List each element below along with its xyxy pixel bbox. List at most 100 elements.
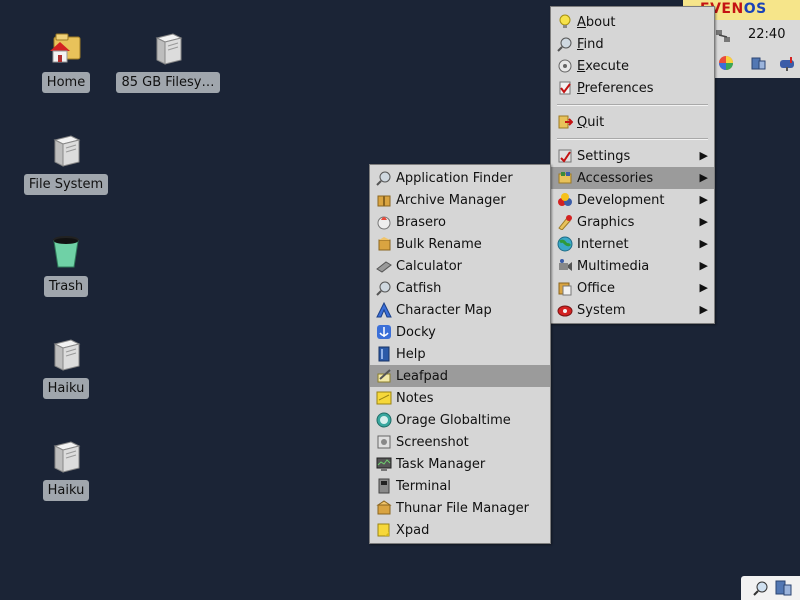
desktop-icon-label: 85 GB Filesy… [116, 72, 220, 93]
menu-item-docky[interactable]: Docky [370, 321, 550, 343]
menu-item-label: Leafpad [396, 368, 449, 384]
desktop-icon-label: Home [41, 72, 91, 93]
menu-item-label: Help [396, 346, 426, 362]
trash-icon [46, 232, 86, 272]
menu-item-leafpad[interactable]: Leafpad [370, 365, 550, 387]
desktop[interactable]: Home 85 GB Filesy… File System Trash Hai… [0, 0, 800, 600]
menu-item-graphics[interactable]: Graphics ▶ [551, 211, 714, 233]
menu-item-label: Task Manager [396, 456, 486, 472]
main-menu: About Find Execute Preferences Quit Sett… [550, 6, 715, 324]
menu-item-find[interactable]: Find [551, 33, 714, 55]
menu-item-preferences[interactable]: Preferences [551, 77, 714, 99]
graphics-icon [558, 215, 572, 230]
menu-item-help[interactable]: Help [370, 343, 550, 365]
office-icon [558, 282, 572, 296]
menu-item-accessories[interactable]: Accessories ▶ [551, 167, 714, 189]
menu-item-label: About [577, 14, 616, 30]
menu-item-label: Settings [577, 148, 631, 164]
globaltime-icon [376, 412, 392, 428]
menu-item-internet[interactable]: Internet ▶ [551, 233, 714, 255]
mailbox-icon[interactable] [778, 54, 796, 72]
magnifier-icon[interactable] [753, 580, 769, 596]
menu-separator [551, 133, 714, 145]
panel-clock[interactable]: 22:40 [748, 27, 785, 42]
menu-item-character-map[interactable]: Character Map [370, 299, 550, 321]
desktop-icon-label: Haiku [42, 480, 90, 501]
chevron-right-icon: ▶ [699, 215, 708, 228]
drive-icon [46, 130, 86, 170]
desktop-icon-label: Haiku [42, 378, 90, 399]
menu-item-development[interactable]: Development ▶ [551, 189, 714, 211]
terminal-icon [378, 478, 390, 494]
thunar-icon [376, 500, 392, 515]
help-icon [378, 346, 390, 362]
app-finder-icon [376, 171, 391, 186]
menu-item-label: Find [577, 36, 604, 52]
notes-icon [376, 391, 392, 405]
chevron-right-icon: ▶ [699, 303, 708, 316]
menu-item-label: Brasero [396, 214, 447, 230]
menu-item-label: Preferences [577, 80, 654, 96]
task-manager-icon [376, 457, 392, 471]
preferences-icon [559, 81, 571, 95]
internet-icon [557, 236, 573, 252]
menu-item-label: System [577, 302, 626, 318]
menu-item-screenshot[interactable]: Screenshot [370, 431, 550, 453]
menu-item-label: Bulk Rename [396, 236, 482, 252]
menu-item-bulk-rename[interactable]: Bulk Rename [370, 233, 550, 255]
menu-item-notes[interactable]: Notes [370, 387, 550, 409]
menu-item-xpad[interactable]: Xpad [370, 519, 550, 541]
devices-icon[interactable] [773, 578, 793, 598]
menu-item-system[interactable]: System ▶ [551, 299, 714, 321]
devices-icon[interactable] [749, 54, 767, 72]
menu-item-application-finder[interactable]: Application Finder [370, 167, 550, 189]
leafpad-icon [377, 369, 391, 383]
chevron-right-icon: ▶ [699, 193, 708, 206]
menu-item-label: Office [577, 280, 615, 296]
menu-item-catfish[interactable]: Catfish [370, 277, 550, 299]
menu-item-label: Screenshot [396, 434, 469, 450]
desktop-icon-trash[interactable]: Trash [16, 232, 116, 297]
menu-item-label: Xpad [396, 522, 430, 538]
desktop-icon-haiku-2[interactable]: Haiku [16, 436, 116, 501]
chevron-right-icon: ▶ [699, 237, 708, 250]
menu-item-about[interactable]: About [551, 11, 714, 33]
menu-item-execute[interactable]: Execute [551, 55, 714, 77]
chevron-right-icon: ▶ [699, 171, 708, 184]
menu-item-label: Execute [577, 58, 629, 74]
menu-item-multimedia[interactable]: Multimedia ▶ [551, 255, 714, 277]
desktop-icon-haiku-1[interactable]: Haiku [16, 334, 116, 399]
brasero-icon [377, 216, 391, 230]
desktop-icon-home[interactable]: Home [16, 28, 116, 93]
menu-separator [551, 99, 714, 111]
menu-item-office[interactable]: Office ▶ [551, 277, 714, 299]
drive-icon [46, 436, 86, 476]
menu-item-thunar-file-manager[interactable]: Thunar File Manager [370, 497, 550, 519]
bulk-rename-icon [378, 237, 391, 251]
desktop-icon-label: Trash [43, 276, 89, 297]
chevron-right-icon: ▶ [699, 259, 708, 272]
menu-item-calculator[interactable]: Calculator [370, 255, 550, 277]
menu-item-orage-globaltime[interactable]: Orage Globaltime [370, 409, 550, 431]
menu-item-brasero[interactable]: Brasero [370, 211, 550, 233]
menu-item-archive-manager[interactable]: Archive Manager [370, 189, 550, 211]
menu-item-task-manager[interactable]: Task Manager [370, 453, 550, 475]
menu-item-settings[interactable]: Settings ▶ [551, 145, 714, 167]
screenshot-icon [377, 435, 391, 449]
color-wheel-icon[interactable] [717, 54, 735, 72]
menu-item-terminal[interactable]: Terminal [370, 475, 550, 497]
menu-item-quit[interactable]: Quit [551, 111, 714, 133]
menu-item-label: Notes [396, 390, 434, 406]
accessories-icon [558, 172, 572, 184]
menu-item-label: Archive Manager [396, 192, 506, 208]
menu-item-label: Internet [577, 236, 629, 252]
menu-item-label: Graphics [577, 214, 635, 230]
menu-item-label: Character Map [396, 302, 492, 318]
multimedia-icon [559, 259, 572, 271]
accessories-submenu: Application Finder Archive Manager Brase… [369, 164, 551, 544]
menu-item-label: Terminal [396, 478, 451, 494]
desktop-icon-file-system[interactable]: File System [16, 130, 116, 195]
desktop-icon-filesystem-85gb[interactable]: 85 GB Filesy… [116, 28, 220, 93]
menu-item-label: Accessories [577, 170, 654, 186]
network-icon[interactable] [714, 27, 732, 45]
